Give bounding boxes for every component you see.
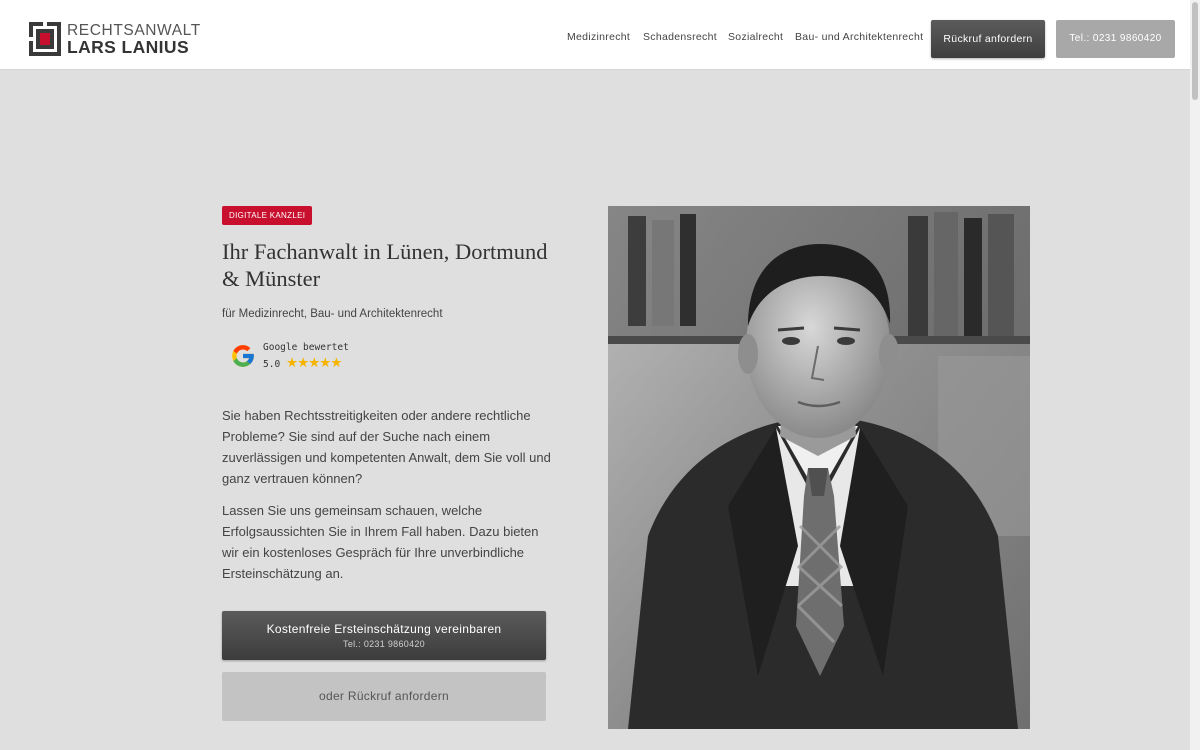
- hero-paragraph-1: Sie haben Rechtsstreitigkeiten oder ande…: [222, 408, 551, 486]
- lawyer-portrait-image: [608, 206, 1030, 729]
- google-logo-icon: [232, 345, 254, 367]
- nav-schadensrecht[interactable]: Schadensrecht: [643, 31, 717, 43]
- free-consultation-phone: Tel.: 0231 9860420: [343, 639, 425, 649]
- badge-digitale-kanzlei: DIGITALE KANZLEI: [222, 206, 313, 225]
- site-header: RECHTSANWALT LARS LANIUS Medizinrecht Sc…: [0, 0, 1190, 70]
- free-consultation-button[interactable]: Kostenfreie Ersteinschätzung vereinbaren…: [222, 611, 546, 660]
- hero-subline: für Medizinrecht, Bau- und Architektenre…: [222, 308, 443, 320]
- google-rating-widget[interactable]: Google bewertet 5.0 ★★★★★: [230, 340, 370, 376]
- google-rating-score: 5.0: [263, 359, 281, 370]
- phone-button[interactable]: Tel.: 0231 9860420: [1056, 20, 1175, 58]
- free-consultation-title: Kostenfreie Ersteinschätzung vereinbaren: [266, 622, 502, 636]
- callback-button[interactable]: Rückruf anfordern: [931, 20, 1045, 58]
- nav-bau-architektenrecht[interactable]: Bau- und Architektenrecht: [795, 31, 923, 43]
- star-rating-icon: ★★★★★: [286, 355, 343, 370]
- nav-medizinrecht[interactable]: Medizinrecht: [567, 31, 630, 43]
- google-rating-label: Google bewertet: [263, 342, 349, 353]
- logo-mark-icon: [29, 22, 61, 56]
- request-callback-button[interactable]: oder Rückruf anfordern: [222, 672, 546, 721]
- hero-paragraph-2: Lassen Sie uns gemeinsam schauen, welche…: [222, 503, 539, 581]
- portrait-photo-icon: [608, 206, 1030, 729]
- nav-sozialrecht[interactable]: Sozialrecht: [728, 31, 783, 43]
- logo[interactable]: RECHTSANWALT LARS LANIUS: [29, 22, 200, 58]
- logo-text-name: LARS LANIUS: [67, 37, 190, 57]
- scrollbar[interactable]: [1190, 0, 1200, 750]
- scrollbar-thumb[interactable]: [1192, 2, 1198, 100]
- hero-headline: Ihr Fachanwalt in Lünen, Dortmund & Müns…: [222, 239, 548, 291]
